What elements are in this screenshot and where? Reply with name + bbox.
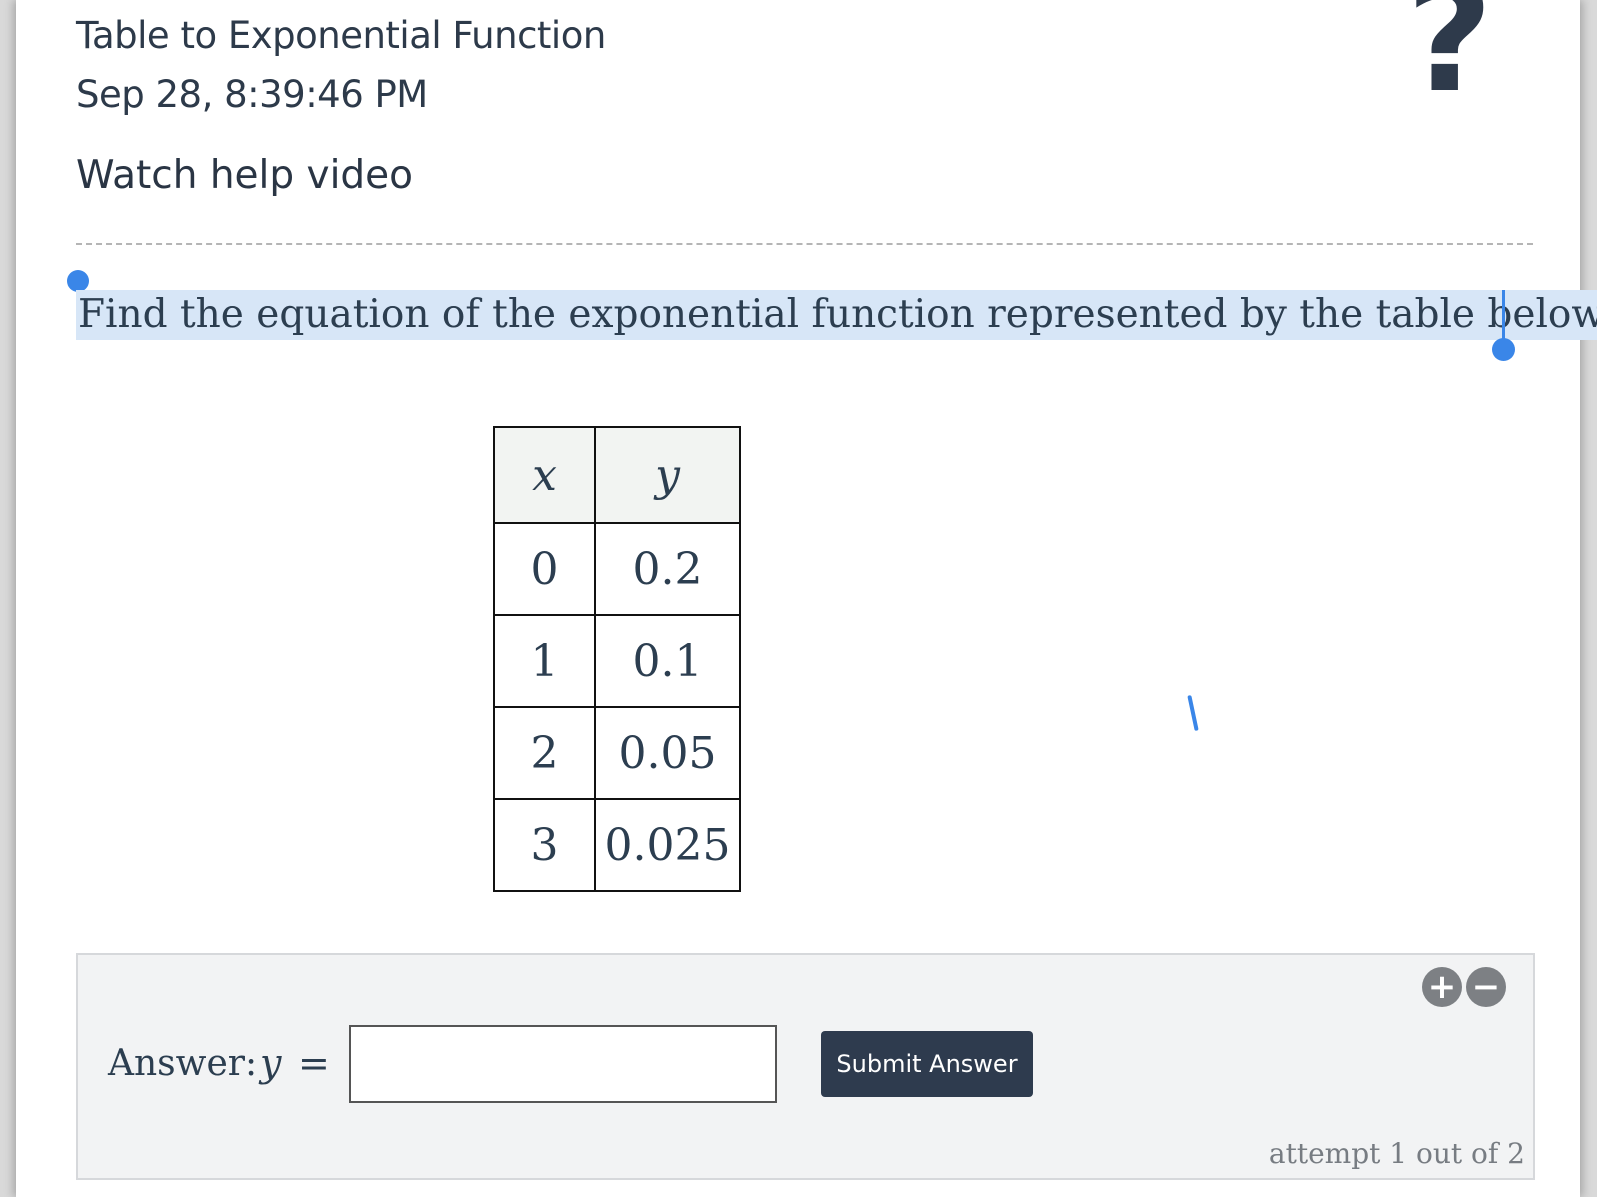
table-cell-y: 0.1 — [594, 614, 741, 708]
column-header-y: y — [594, 426, 741, 524]
attempt-counter: attempt 1 out of 2 — [1268, 1137, 1525, 1170]
column-header-x: x — [493, 426, 596, 524]
watch-help-video-link[interactable]: Watch help video — [76, 153, 413, 198]
answer-label: Answer: — [108, 1043, 258, 1084]
submit-answer-button[interactable]: Submit Answer — [821, 1031, 1033, 1097]
table-cell-x: 2 — [493, 706, 596, 800]
minus-circle-icon[interactable]: − — [1466, 967, 1506, 1007]
question-mark-icon[interactable]: ? — [1406, 0, 1493, 114]
selection-end-bar — [1502, 290, 1505, 345]
table-row: 3 0.025 — [493, 798, 741, 892]
section-divider — [76, 243, 1533, 245]
answer-equals-sign: = — [298, 1041, 330, 1085]
question-prompt: Find the equation of the exponential fun… — [78, 292, 1597, 337]
table-cell-y: 0.2 — [594, 522, 741, 616]
table-row: 0 0.2 — [493, 522, 741, 616]
selection-end-handle[interactable] — [1492, 338, 1515, 361]
table-header-row: x y — [493, 426, 741, 524]
worksheet-page: Table to Exponential Function Sep 28, 8:… — [16, 0, 1597, 1197]
table-cell-x: 1 — [493, 614, 596, 708]
data-table: x y 0 0.2 1 0.1 2 0.05 3 0.025 — [493, 426, 741, 892]
topic-title: Table to Exponential Function — [76, 14, 606, 57]
table-row: 2 0.05 — [493, 706, 741, 800]
table-cell-x: 0 — [493, 522, 596, 616]
plus-circle-icon[interactable]: + — [1422, 967, 1462, 1007]
selection-start-handle[interactable] — [67, 270, 89, 292]
table-cell-y: 0.025 — [594, 798, 741, 892]
answer-panel: + − Answer: y = Submit Answer attempt 1 … — [76, 953, 1535, 1180]
table-row: 1 0.1 — [493, 614, 741, 708]
table-cell-y: 0.05 — [594, 706, 741, 800]
answer-variable: y — [260, 1041, 282, 1085]
answer-input[interactable] — [349, 1025, 777, 1103]
timestamp: Sep 28, 8:39:46 PM — [76, 73, 428, 116]
text-cursor-icon — [1187, 694, 1199, 732]
selected-text-highlight: Find the equation of the exponential fun… — [76, 290, 1597, 340]
table-cell-x: 3 — [493, 798, 596, 892]
